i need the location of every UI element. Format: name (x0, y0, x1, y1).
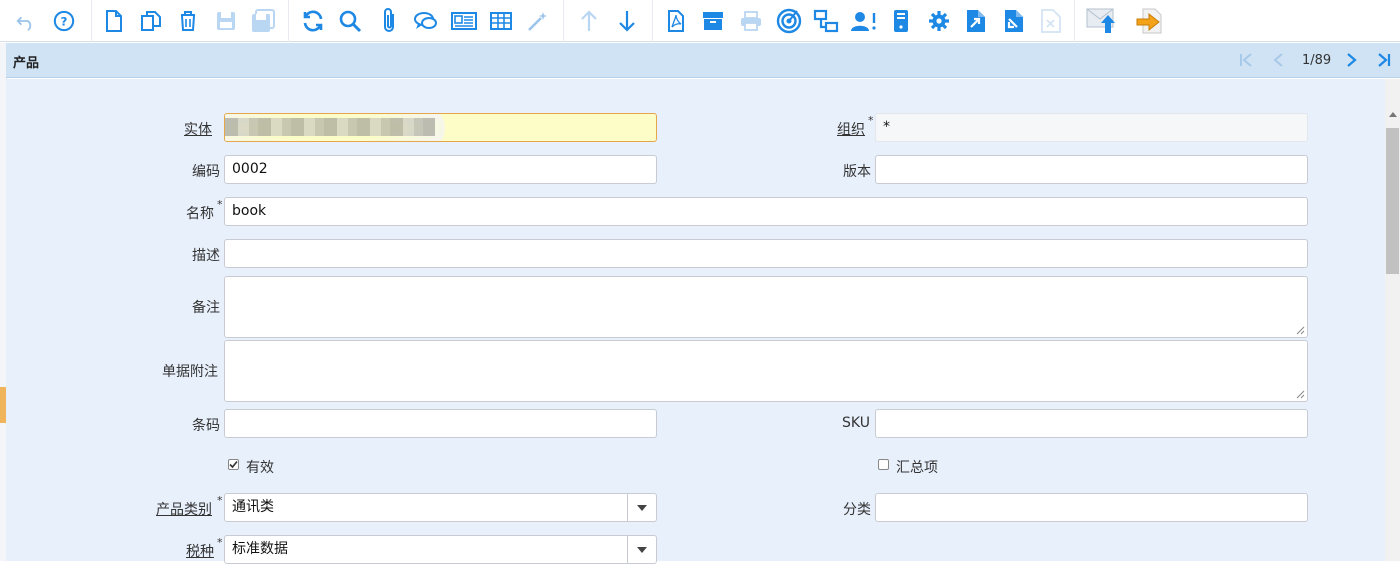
chevron-down-icon[interactable] (627, 536, 656, 563)
wizard-icon[interactable] (523, 6, 553, 36)
category-label[interactable]: 产品类别 (156, 499, 212, 519)
name-label: 名称 (186, 206, 214, 222)
svg-text:?: ? (61, 15, 68, 29)
settings-icon[interactable] (924, 6, 954, 36)
doc-note-label: 单据附注 (162, 364, 218, 380)
org-field[interactable]: * (875, 113, 1308, 142)
undo-icon[interactable] (11, 6, 41, 36)
resize-grip-icon[interactable] (1296, 326, 1305, 335)
next-record-icon[interactable] (612, 6, 642, 36)
next-page-icon[interactable] (1339, 48, 1363, 72)
pdf-icon[interactable] (661, 6, 691, 36)
code-label: 编码 (192, 164, 220, 180)
description-field[interactable] (224, 239, 1308, 268)
barcode-label: 条码 (192, 418, 220, 434)
tax-required-mark: * (217, 536, 223, 549)
name-required-mark: * (217, 198, 223, 211)
exit-icon[interactable] (1134, 6, 1166, 36)
help-icon[interactable]: ? (49, 6, 79, 36)
classification-field[interactable] (875, 493, 1308, 522)
toolbar: ? (0, 0, 1400, 42)
remark-textarea[interactable] (224, 276, 1308, 338)
export-icon[interactable] (961, 6, 991, 36)
upload-icon[interactable] (1086, 6, 1118, 36)
delete-icon[interactable] (173, 6, 203, 36)
version-field[interactable] (875, 155, 1308, 184)
tax-select[interactable]: 标准数据 (224, 535, 657, 564)
redacted-value (225, 118, 435, 136)
copy-record-icon[interactable] (136, 6, 166, 36)
version-label: 版本 (843, 164, 871, 180)
remark-label: 备注 (192, 300, 220, 316)
first-record-icon[interactable] (1234, 48, 1258, 72)
name-field[interactable]: book (224, 197, 1308, 226)
request-icon[interactable] (849, 6, 879, 36)
archive-icon[interactable] (698, 6, 728, 36)
org-label[interactable]: 组织 (837, 119, 865, 139)
save-icon[interactable] (211, 6, 241, 36)
previous-page-icon[interactable] (1267, 48, 1291, 72)
classification-label: 分类 (843, 502, 871, 518)
summary-label: 汇总项 (896, 460, 938, 476)
summary-checkbox[interactable] (878, 459, 889, 470)
window-titlebar: 产品 1/89 (6, 43, 1400, 78)
category-select[interactable]: 通讯类 (224, 493, 657, 522)
chevron-down-icon[interactable] (627, 494, 656, 521)
chat-icon[interactable] (411, 6, 441, 36)
code-field[interactable]: 0002 (224, 155, 657, 184)
check-icon (229, 460, 238, 469)
record-form: 实体 组织 * * 编码 0002 版本 名称 * book 描述 备注 单据附… (6, 79, 1385, 564)
related-icon[interactable] (811, 6, 841, 36)
grid-view-icon[interactable] (486, 6, 516, 36)
scroll-up-icon[interactable] (1389, 112, 1397, 117)
save-new-icon[interactable] (248, 6, 278, 36)
import-icon[interactable] (999, 6, 1029, 36)
doc-note-textarea[interactable] (224, 340, 1308, 402)
print-icon[interactable] (736, 6, 766, 36)
product-info-icon[interactable] (886, 6, 916, 36)
category-required-mark: * (217, 494, 223, 507)
attachment-icon[interactable] (374, 6, 404, 36)
close-doc-icon[interactable] (1036, 6, 1066, 36)
window-title: 产品 (13, 56, 40, 71)
previous-record-icon[interactable] (574, 6, 604, 36)
record-counter: 1/89 (1302, 53, 1332, 68)
last-record-icon[interactable] (1372, 48, 1396, 72)
description-label: 描述 (192, 248, 220, 264)
sku-field[interactable] (875, 409, 1308, 438)
card-view-icon[interactable] (449, 6, 479, 36)
resize-grip-icon[interactable] (1296, 390, 1305, 399)
entity-field[interactable] (224, 113, 657, 142)
active-checkbox[interactable] (228, 459, 239, 470)
new-record-icon[interactable] (99, 6, 129, 36)
scrollbar-thumb[interactable] (1386, 128, 1399, 274)
entity-label[interactable]: 实体 (184, 119, 212, 139)
barcode-field[interactable] (224, 409, 657, 438)
refresh-icon[interactable] (298, 6, 328, 36)
org-required-mark: * (868, 114, 874, 127)
sku-label: SKU (842, 415, 870, 431)
active-label: 有效 (246, 460, 274, 476)
zoom-across-icon[interactable] (774, 6, 804, 36)
tax-label[interactable]: 税种 (186, 541, 214, 561)
search-icon[interactable] (335, 6, 365, 36)
